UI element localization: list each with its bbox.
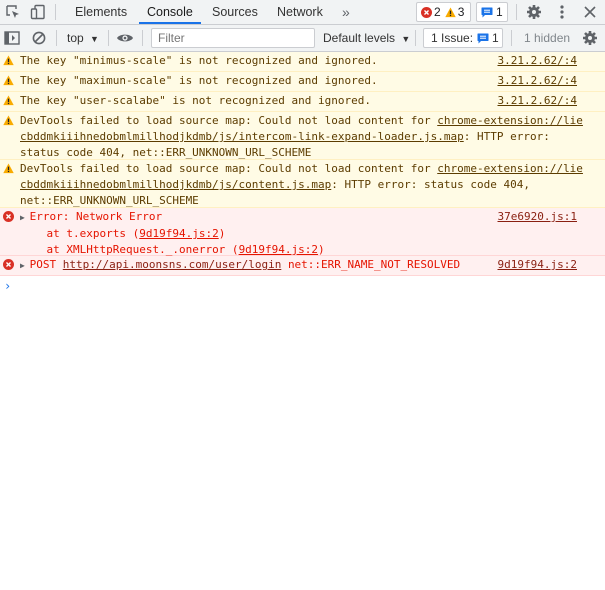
source-link[interactable]: 37e6920.js:1: [498, 209, 577, 225]
source-map-link[interactable]: chrome-extension://lie: [437, 114, 583, 127]
warning-icon: [3, 95, 14, 106]
more-options-icon[interactable]: [552, 3, 572, 21]
toolbar-divider: [415, 30, 416, 46]
source-link[interactable]: 3.21.2.62/:4: [498, 73, 577, 89]
toolbar-divider: [108, 30, 109, 46]
error-icon: [421, 6, 432, 18]
error-message: net::ERR_NAME_NOT_RESOLVED: [287, 258, 461, 271]
message-text-part: net::ERR_UNKNOWN_URL_SCHEME: [20, 194, 199, 207]
warning-icon: [3, 55, 14, 66]
context-selector[interactable]: top ▼: [67, 25, 99, 51]
warning-icon: [3, 163, 14, 174]
warning-icon: [3, 75, 14, 86]
console-messages: The key "minimus-scale" is not recognize…: [0, 52, 605, 298]
console-prompt[interactable]: ›: [0, 276, 605, 298]
issue-counters[interactable]: 2 3: [416, 2, 471, 22]
warning-icon: [3, 115, 14, 126]
live-expression-eye-icon[interactable]: [115, 29, 135, 47]
dropdown-arrow-icon: ▼: [90, 34, 99, 44]
console-toolbar: top ▼ Filter Default levels ▼ 1 Issue: 1…: [0, 25, 605, 52]
message-text-part: DevTools failed to load source map: Coul…: [20, 114, 438, 127]
message-text-part: : HTTP error: status code 404,: [331, 178, 530, 191]
message-text: DevTools failed to load source map: Coul…: [20, 161, 583, 209]
devtools-tabbar: Elements Console Sources Network » 2 3 1: [0, 0, 605, 25]
expand-triangle-icon[interactable]: ▶: [20, 261, 30, 270]
stack-frame-text: ): [318, 243, 325, 256]
message-text: ▶ POST http://api.moonsns.com/user/login…: [20, 257, 460, 274]
message-icon: [481, 7, 493, 18]
warning-icon: [444, 6, 456, 18]
message-text-part: : HTTP error:: [463, 130, 550, 143]
error-icon: [3, 211, 14, 222]
expand-triangle-icon[interactable]: ▶: [20, 213, 30, 222]
log-levels-dropdown[interactable]: Default levels ▼: [323, 25, 410, 51]
message-text-part: status code 404, net::ERR_UNKNOWN_URL_SC…: [20, 146, 312, 159]
issues-count: 1: [492, 31, 499, 45]
console-warning: The key "minimus-scale" is not recognize…: [0, 52, 605, 72]
console-warning: The key "user-scalabe" is not recognized…: [0, 92, 605, 112]
error-icon: [3, 259, 14, 270]
stack-frame-text: ): [218, 227, 226, 240]
context-label: top: [67, 31, 84, 45]
toolbar-divider: [511, 30, 512, 46]
request-url-link[interactable]: http://api.moonsns.com/user/login: [63, 258, 282, 271]
toolbar-divider: [142, 30, 143, 46]
message-text: ▶ Error: Network Error at t.exports (9d1…: [20, 209, 325, 258]
error-count: 2: [434, 5, 441, 19]
dropdown-arrow-icon: ▼: [401, 34, 411, 44]
log-levels-label: Default levels: [323, 31, 396, 45]
message-text: The key "maximun-scale" is not recognize…: [20, 74, 378, 87]
console-settings-gear-icon[interactable]: [580, 29, 600, 47]
source-link[interactable]: 9d19f94.js:2: [498, 257, 577, 273]
message-text: The key "minimus-scale" is not recognize…: [20, 54, 378, 67]
tab-sources[interactable]: Sources: [212, 0, 258, 24]
source-map-link[interactable]: cbddmkiiihnedobmlmillhodjkdmb/js/content…: [20, 178, 331, 191]
console-warning: The key "maximun-scale" is not recognize…: [0, 72, 605, 92]
stack-frame-text: at t.exports (: [46, 227, 140, 240]
toolbar-divider: [56, 30, 57, 46]
console-warning: DevTools failed to load source map: Coul…: [0, 112, 605, 160]
source-map-link[interactable]: cbddmkiiihnedobmlmillhodjkdmb/js/interco…: [20, 130, 464, 143]
error-message: Error: Network Error: [29, 210, 163, 223]
message-text: The key "user-scalabe" is not recognized…: [20, 94, 371, 107]
filter-input[interactable]: Filter: [151, 28, 315, 48]
issues-label: 1 Issue:: [431, 31, 474, 45]
message-text: DevTools failed to load source map: Coul…: [20, 113, 583, 161]
close-icon[interactable]: [580, 3, 600, 21]
tab-network[interactable]: Network: [277, 0, 323, 24]
message-icon: [477, 33, 489, 44]
tab-elements[interactable]: Elements: [75, 0, 127, 24]
stack-frame-link[interactable]: 9d19f94.js:2: [139, 227, 218, 240]
message-text-part: DevTools failed to load source map: Coul…: [20, 162, 438, 175]
hidden-count: 1 hidden: [524, 31, 571, 45]
sidebar-toggle-icon[interactable]: [2, 29, 22, 47]
source-map-link[interactable]: chrome-extension://lie: [437, 162, 583, 175]
settings-gear-icon[interactable]: [524, 3, 544, 21]
warning-count: 3: [457, 5, 465, 19]
inspect-element-icon[interactable]: [3, 3, 23, 21]
toolbar-divider: [55, 4, 56, 20]
console-error[interactable]: ▶ POST http://api.moonsns.com/user/login…: [0, 256, 605, 276]
device-toolbar-icon[interactable]: [28, 3, 48, 21]
messages-count: 1: [496, 5, 503, 19]
stack-frame-link[interactable]: 9d19f94.js:2: [239, 243, 318, 256]
issues-button[interactable]: 1 Issue: 1: [423, 28, 503, 48]
console-error[interactable]: ▶ Error: Network Error at t.exports (9d1…: [0, 208, 605, 256]
console-warning: DevTools failed to load source map: Coul…: [0, 160, 605, 208]
prompt-chevron-icon: ›: [4, 279, 12, 293]
toolbar-divider: [516, 4, 517, 20]
http-method: POST: [29, 258, 57, 271]
clear-console-icon[interactable]: [29, 29, 49, 47]
source-link[interactable]: 3.21.2.62/:4: [498, 93, 577, 109]
stack-frame-text: at XMLHttpRequest._.onerror (: [46, 243, 239, 256]
messages-counter[interactable]: 1: [476, 2, 508, 22]
source-link[interactable]: 3.21.2.62/:4: [498, 53, 577, 69]
more-tabs-button[interactable]: »: [342, 0, 350, 24]
tab-console[interactable]: Console: [139, 0, 201, 24]
